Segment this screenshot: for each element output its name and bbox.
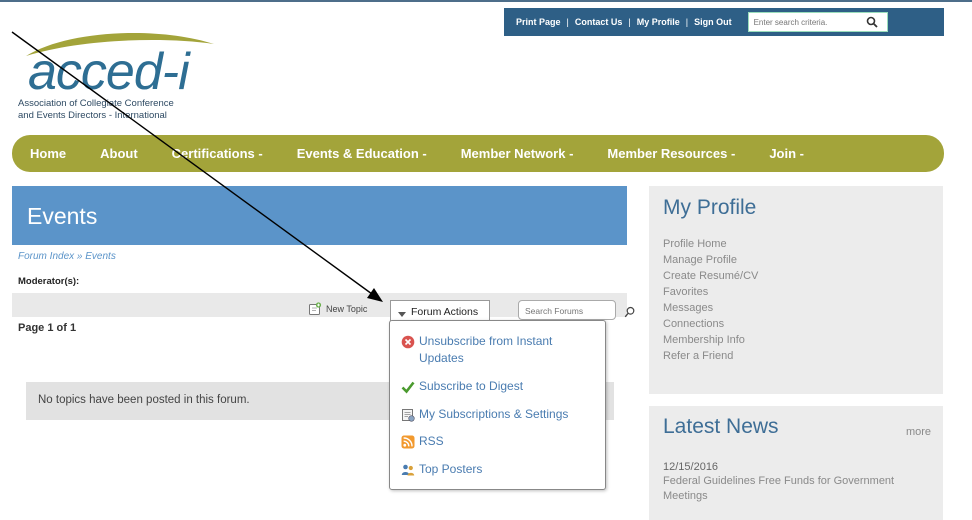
breadcrumb-forum-index[interactable]: Forum Index: [18, 251, 74, 262]
profile-link[interactable]: Manage Profile: [663, 252, 758, 268]
users-icon: [400, 462, 416, 478]
nav-item-about[interactable]: About: [100, 146, 138, 161]
menu-item-label: My Subscriptions & Settings: [419, 407, 569, 421]
nav-item-member-resources[interactable]: Member Resources -: [607, 146, 735, 161]
page-indicator: Page 1 of 1: [18, 322, 77, 334]
nav-item-certifications[interactable]: Certifications -: [172, 146, 263, 161]
my-profile-link[interactable]: My Profile: [637, 17, 680, 27]
unsubscribe-icon: [400, 334, 416, 350]
profile-link[interactable]: Create Resumé/CV: [663, 268, 758, 284]
settings-icon: [400, 407, 416, 423]
util-separator: |: [628, 17, 631, 27]
new-topic-label: New Topic: [326, 304, 368, 314]
forum-actions-menu: Unsubscribe from Instant Updates Subscri…: [389, 320, 606, 490]
util-separator: |: [685, 17, 689, 27]
profile-link[interactable]: Profile Home: [663, 236, 758, 252]
print-page-link[interactable]: Print Page: [516, 17, 561, 27]
nav-item-join[interactable]: Join -: [769, 146, 804, 161]
menu-item-subscriptions-settings[interactable]: My Subscriptions & Settings: [400, 406, 568, 423]
logo-subtitle-line: Association of Collegiate Conference: [18, 98, 174, 109]
logo-subtitle: Association of Collegiate Conference and…: [18, 98, 248, 122]
utility-bar: Print Page | Contact Us | My Profile | S…: [504, 8, 944, 36]
logo-subtitle-line: and Events Directors - International: [18, 110, 167, 121]
site-search-input[interactable]: [748, 13, 861, 31]
nav-item-home[interactable]: Home: [30, 146, 66, 161]
logo-text: acced-i: [28, 43, 190, 101]
contact-us-link[interactable]: Contact Us: [575, 17, 623, 27]
nav-item-member-network[interactable]: Member Network -: [461, 146, 574, 161]
moderator-label: Moderator(s):: [18, 276, 80, 287]
profile-link[interactable]: Favorites: [663, 284, 758, 300]
util-separator: |: [566, 17, 569, 27]
menu-item-rss[interactable]: RSS: [400, 433, 444, 450]
page-title: Events: [27, 203, 98, 229]
news-headline-link[interactable]: Federal Guidelines Free Funds for Govern…: [663, 474, 938, 504]
new-topic-button[interactable]: New Topic: [308, 302, 367, 316]
news-more-link[interactable]: more: [906, 426, 931, 438]
profile-link[interactable]: Membership Info: [663, 332, 758, 348]
forum-actions-button[interactable]: Forum Actions: [390, 300, 490, 322]
menu-item-subscribe-digest[interactable]: Subscribe to Digest: [400, 378, 523, 395]
profile-link[interactable]: Messages: [663, 300, 758, 316]
forum-actions-label: Forum Actions: [411, 305, 479, 318]
news-date: 12/15/2016: [663, 461, 719, 473]
menu-item-label: Top Posters: [419, 462, 483, 476]
forum-search: [518, 300, 616, 320]
latest-news-panel: Latest News more 12/15/2016 Federal Guid…: [649, 406, 943, 520]
rss-icon: [400, 434, 416, 450]
sign-out-link[interactable]: Sign Out: [694, 17, 732, 27]
profile-link[interactable]: Connections: [663, 316, 758, 332]
caret-down-icon: [398, 312, 406, 317]
nav-item-events-education[interactable]: Events & Education -: [297, 146, 427, 161]
breadcrumb: Forum Index » Events: [18, 251, 116, 262]
site-search: [747, 12, 888, 32]
main-nav: Home About Certifications - Events & Edu…: [12, 135, 944, 172]
forum-search-input[interactable]: [519, 302, 609, 320]
my-profile-panel: My Profile Profile Home Manage Profile C…: [649, 186, 943, 394]
checkmark-icon: [400, 379, 416, 395]
menu-item-unsubscribe[interactable]: Unsubscribe from Instant Updates: [400, 333, 595, 367]
breadcrumb-current[interactable]: Events: [85, 251, 116, 262]
menu-item-top-posters[interactable]: Top Posters: [400, 461, 482, 478]
profile-title: My Profile: [663, 196, 757, 219]
profile-links: Profile Home Manage Profile Create Resum…: [663, 236, 758, 364]
page-header: Events: [12, 186, 627, 245]
menu-item-label: Subscribe to Digest: [419, 379, 524, 393]
top-border: [0, 0, 972, 8]
search-icon[interactable]: [624, 305, 636, 323]
breadcrumb-separator: »: [74, 251, 86, 262]
profile-link[interactable]: Refer a Friend: [663, 348, 758, 364]
menu-item-label: RSS: [419, 434, 444, 448]
new-topic-icon: [309, 302, 322, 315]
site-logo[interactable]: acced-i Association of Collegiate Confer…: [18, 26, 248, 126]
search-icon[interactable]: [861, 13, 883, 31]
news-title: Latest News: [663, 415, 779, 438]
empty-message-text: No topics have been posted in this forum…: [38, 394, 250, 406]
menu-item-label: Unsubscribe from Instant Updates: [419, 334, 553, 365]
